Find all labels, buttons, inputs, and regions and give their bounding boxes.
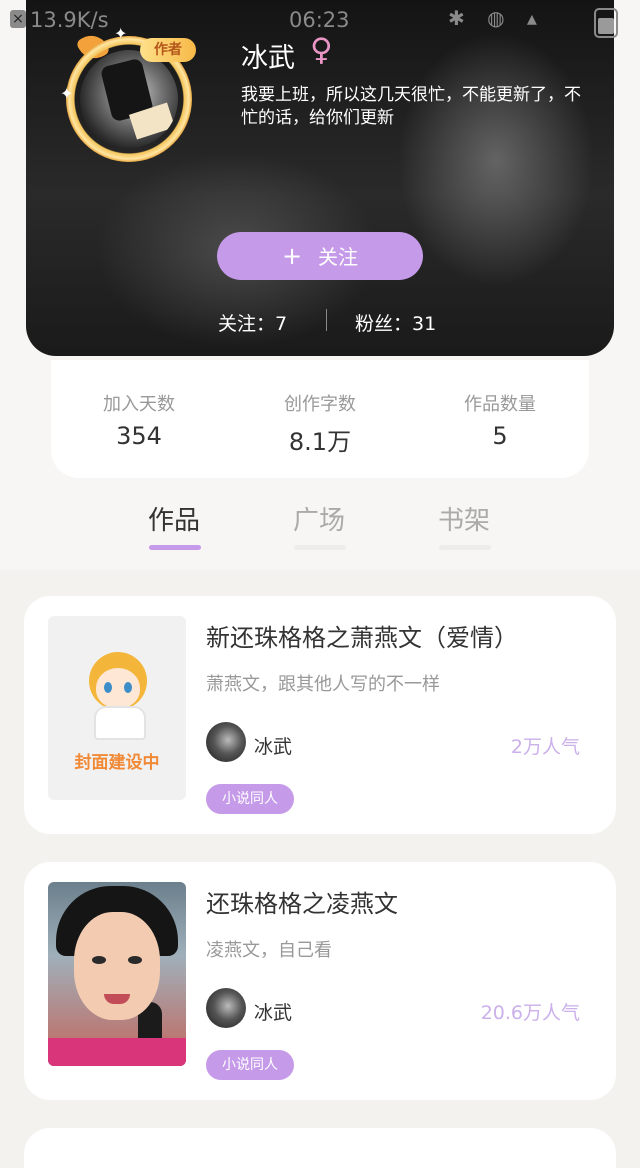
book-description: 萧燕文，跟其他人写的不一样 — [206, 674, 440, 695]
status-bar: × 13.9K/s 06:23 ✱ ◍ ▴ — [0, 0, 640, 44]
popularity-count: 2万人气 — [510, 736, 580, 758]
cover-illustration — [96, 668, 140, 708]
stats-card: 加入天数 354 创作字数 8.1万 作品数量 5 — [51, 360, 589, 478]
tab-bookshelf[interactable]: 书架 — [438, 500, 490, 537]
tab-indicator — [149, 545, 201, 550]
book-cover[interactable] — [48, 882, 186, 1066]
avatar — [206, 722, 246, 762]
book-title[interactable]: 新还珠格格之萧燕文（爱情） — [206, 618, 518, 653]
book-author: 冰武 — [254, 736, 293, 758]
cover-photo — [48, 1038, 186, 1066]
profile-header: 作者 ✦ ✦ 冰武 ♀ 我要上班，所以这几天很忙，不能更新了，不忙的话，给你们更… — [26, 0, 614, 356]
stat-value: 5 — [492, 422, 508, 450]
sparkle-icon: ✦ — [60, 84, 74, 103]
battery-icon — [594, 8, 618, 38]
cover-illustration — [94, 706, 146, 740]
bluetooth-icon: ✱ ◍ ▴ — [448, 6, 545, 30]
stat-value: 8.1万 — [288, 428, 352, 456]
following-count[interactable]: 关注：7 — [218, 309, 287, 336]
stat-join-days: 加入天数 354 — [69, 390, 209, 450]
cover-illustration — [124, 682, 132, 693]
category-tag[interactable]: 小说同人 — [206, 784, 294, 814]
stat-label: 作品数量 — [464, 394, 536, 415]
stat-works-count: 作品数量 5 — [430, 390, 570, 450]
cover-photo — [128, 956, 142, 964]
stat-value: 354 — [116, 422, 162, 450]
avatar-image — [80, 50, 178, 148]
cover-illustration — [104, 682, 112, 693]
book-cover[interactable]: 封面建设中 — [48, 616, 186, 800]
close-icon: × — [10, 10, 26, 28]
follow-button[interactable]: + 关注 — [217, 232, 423, 280]
stat-label: 创作字数 — [284, 394, 356, 415]
book-title[interactable]: 还珠格格之凌燕文 — [206, 884, 398, 919]
book-card[interactable] — [24, 1128, 616, 1168]
divider — [326, 309, 327, 331]
network-speed: 13.9K/s — [30, 8, 109, 32]
avatar — [206, 988, 246, 1028]
stat-word-count: 创作字数 8.1万 — [250, 390, 390, 457]
fans-count[interactable]: 粉丝：31 — [355, 309, 436, 336]
author-bio: 我要上班，所以这几天很忙，不能更新了，不忙的话，给你们更新 — [241, 85, 581, 128]
book-author: 冰武 — [254, 1002, 293, 1024]
plus-icon: + — [281, 242, 303, 270]
follow-label: 关注 — [318, 245, 359, 269]
book-description: 凌燕文，自己看 — [206, 940, 332, 961]
book-card[interactable]: 封面建设中 新还珠格格之萧燕文（爱情） 萧燕文，跟其他人写的不一样 冰武 2万人… — [24, 596, 616, 834]
popularity-count: 20.6万人气 — [480, 1002, 580, 1024]
tab-indicator — [294, 545, 346, 550]
cover-photo — [92, 956, 106, 964]
book-card[interactable]: 还珠格格之凌燕文 凌燕文，自己看 冰武 20.6万人气 小说同人 — [24, 862, 616, 1100]
tab-indicator — [439, 545, 491, 550]
category-tag[interactable]: 小说同人 — [206, 1050, 294, 1080]
cover-caption: 封面建设中 — [74, 753, 160, 773]
tab-square[interactable]: 广场 — [293, 500, 345, 537]
stat-label: 加入天数 — [103, 394, 175, 415]
tab-works[interactable]: 作品 — [148, 500, 200, 537]
clock: 06:23 — [289, 8, 350, 32]
